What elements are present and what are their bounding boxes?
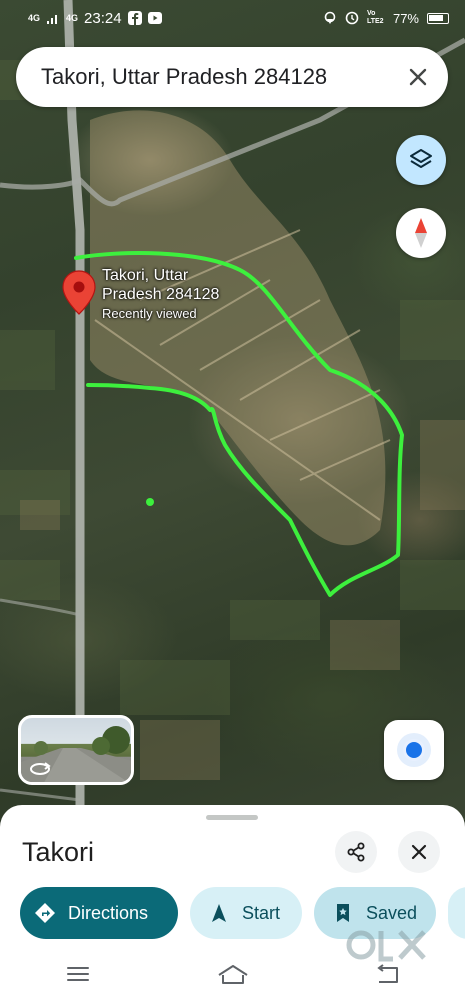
bookmark-icon — [337, 904, 349, 922]
home-icon — [217, 965, 248, 984]
youtube-icon — [147, 12, 162, 24]
menu-icon — [66, 967, 89, 981]
system-nav-bar — [0, 950, 465, 998]
location-icon — [324, 11, 336, 24]
location-pin-icon[interactable] — [62, 270, 96, 316]
battery-icon — [427, 12, 449, 24]
recent-apps-button[interactable] — [58, 959, 98, 989]
share-icon — [347, 842, 365, 862]
back-icon — [376, 964, 398, 983]
directions-label: Directions — [68, 902, 149, 923]
my-location-icon — [403, 739, 425, 761]
start-label: Start — [242, 902, 281, 923]
alarm-icon — [345, 11, 359, 25]
close-icon — [411, 844, 427, 860]
pin-subtitle: Recently viewed — [102, 306, 197, 321]
compass-button[interactable] — [396, 208, 446, 258]
more-actions-button[interactable] — [448, 887, 465, 939]
signal-icon — [47, 15, 58, 24]
status-bar: 4G 4G 23:24 Vo LTE2 77% — [0, 0, 465, 36]
my-location-button[interactable] — [384, 720, 444, 780]
place-title: Takori — [22, 837, 95, 867]
layers-icon — [410, 149, 432, 168]
search-query[interactable]: Takori, Uttar Pradesh 284128 — [41, 64, 327, 90]
start-button[interactable]: Start — [190, 887, 302, 939]
sheet-close-button[interactable] — [398, 831, 440, 873]
home-button[interactable] — [213, 959, 253, 989]
facebook-icon — [127, 11, 142, 25]
clock: 23:24 — [84, 9, 122, 27]
layers-button[interactable] — [396, 135, 446, 185]
signal-2-label: 4G — [66, 12, 79, 23]
saved-label: Saved — [366, 902, 418, 923]
street-view-thumbnail[interactable] — [18, 715, 134, 785]
volte-label: Vo LTE2 — [366, 10, 384, 25]
pin-title: Takori, Uttar Pradesh 284128 — [102, 267, 220, 303]
directions-button[interactable]: Directions — [20, 887, 178, 939]
pin-label[interactable]: Takori, Uttar Pradesh 284128 Recently vi… — [102, 266, 252, 322]
battery-percent: 77% — [392, 10, 419, 26]
signal-1-label: 4G — [28, 12, 41, 23]
search-bar[interactable]: Takori, Uttar Pradesh 284128 — [16, 47, 448, 107]
compass-icon — [415, 218, 427, 248]
map-view[interactable]: 4G 4G 23:24 Vo LTE2 77% Takori, Uttar Pr… — [0, 0, 465, 820]
navigation-arrow-icon — [212, 904, 226, 922]
street-view-rotate-icon — [30, 762, 51, 775]
back-button[interactable] — [368, 959, 408, 989]
close-icon[interactable] — [404, 63, 432, 91]
satellite-imagery — [0, 0, 465, 820]
drag-handle[interactable] — [206, 815, 258, 820]
share-button[interactable] — [335, 831, 377, 873]
directions-icon — [35, 903, 55, 923]
